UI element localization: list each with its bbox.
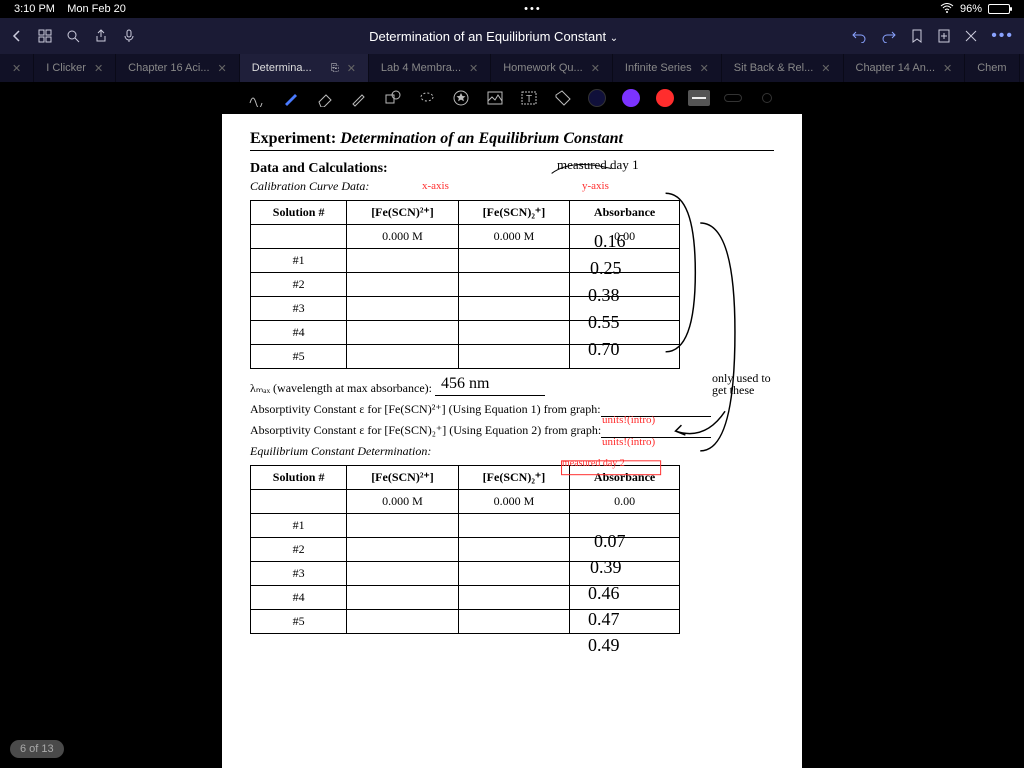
tab-1[interactable]: Chapter 16 Aci...✕: [116, 54, 240, 82]
abs-const-2: Absorptivity Constant ε for [Fe(SCN)₂⁺] …: [250, 423, 774, 438]
status-bar: 3:10 PM Mon Feb 20 ••• 96%: [0, 0, 1024, 18]
tab-7[interactable]: Chapter 14 An...✕: [844, 54, 966, 82]
tab-3[interactable]: Lab 4 Membra...✕: [369, 54, 491, 82]
abs-const-1: Absorptivity Constant ε for [Fe(SCN)²⁺] …: [250, 402, 774, 417]
more-icon[interactable]: •••: [991, 27, 1014, 45]
status-date: Mon Feb 20: [67, 3, 126, 15]
close-icon[interactable]: ✕: [347, 62, 356, 75]
close-icon[interactable]: ✕: [469, 62, 478, 75]
chevron-down-icon: ⌄: [610, 33, 618, 44]
close-icon[interactable]: ✕: [943, 62, 952, 75]
search-icon[interactable]: [66, 29, 80, 43]
hand-eq-1: 0.07: [594, 532, 626, 550]
close-icon[interactable]: ✕: [821, 62, 830, 75]
back-icon[interactable]: [10, 29, 24, 43]
hand-eq-3: 0.46: [588, 584, 620, 602]
battery-percent: 96%: [960, 3, 982, 15]
tab-8[interactable]: Chem: [965, 54, 1019, 82]
tab-2[interactable]: Determina... ⎘✕: [240, 54, 369, 82]
color-purple[interactable]: [620, 87, 642, 109]
pdf-page[interactable]: Experiment: Determination of an Equilibr…: [222, 114, 802, 768]
hand-abs-3: 0.38: [588, 286, 620, 304]
stroke-thick[interactable]: [688, 87, 710, 109]
tab-4[interactable]: Homework Qu...✕: [491, 54, 613, 82]
svg-text:T: T: [526, 94, 532, 105]
ann-units-2: units!(intro): [602, 436, 655, 448]
lambda-line: λₘₐₓ (wavelength at max absorbance): 456…: [250, 381, 774, 396]
ann-only-used: only used to get these: [712, 372, 772, 396]
pen-tool-icon[interactable]: [280, 87, 302, 109]
hand-eq-5: 0.49: [588, 636, 620, 654]
hand-abs-4: 0.55: [588, 313, 620, 331]
close-icon[interactable]: ✕: [94, 62, 103, 75]
hand-abs-2: 0.25: [590, 259, 622, 277]
ann-measured-day2: measured day 2: [562, 458, 625, 469]
hand-abs-1: 0.16: [594, 232, 626, 250]
image-tool-icon[interactable]: [484, 87, 506, 109]
stroke-thin[interactable]: [756, 87, 778, 109]
annotation-toolbar: T: [0, 82, 1024, 114]
close-icon[interactable]: ✕: [700, 62, 709, 75]
wifi-icon: [940, 3, 954, 16]
mic-icon[interactable]: [122, 29, 136, 43]
tag-tool-icon[interactable]: [552, 87, 574, 109]
undo-icon[interactable]: [851, 29, 867, 43]
ann-yaxis: y-axis: [582, 180, 609, 192]
section-heading: Data and Calculations:: [250, 161, 774, 177]
hand-eq-2: 0.39: [590, 558, 622, 576]
calibration-subhead: Calibration Curve Data:: [250, 179, 774, 194]
redo-icon[interactable]: [881, 29, 897, 43]
experiment-heading: Experiment: Determination of an Equilibr…: [250, 130, 774, 151]
app-top-bar: Determination of an Equilibrium Constant…: [0, 18, 1024, 54]
multitask-dots-icon[interactable]: •••: [524, 3, 542, 15]
close-icon[interactable]: [965, 30, 977, 42]
eraser-tool-icon[interactable]: [314, 87, 336, 109]
bookmark-icon[interactable]: [911, 29, 923, 43]
ann-units-1: units!(intro): [602, 414, 655, 426]
ann-measured-day1: measured day 1: [557, 158, 639, 171]
close-icon[interactable]: ✕: [591, 62, 600, 75]
color-navy[interactable]: [586, 87, 608, 109]
tab-6[interactable]: Sit Back & Rel...✕: [722, 54, 844, 82]
shape-tool-icon[interactable]: [382, 87, 404, 109]
tab-0[interactable]: I Clicker✕: [34, 54, 116, 82]
close-all-tab[interactable]: ✕: [0, 54, 34, 82]
lock-icon: ⎘: [331, 63, 339, 74]
add-page-icon[interactable]: [937, 29, 951, 43]
ann-xaxis: x-axis: [422, 180, 449, 192]
lasso-tool-icon[interactable]: [416, 87, 438, 109]
equilibrium-subhead: Equilibrium Constant Determination:: [250, 444, 774, 459]
share-icon[interactable]: [94, 29, 108, 43]
highlighter-tool-icon[interactable]: [348, 87, 370, 109]
close-icon[interactable]: ✕: [218, 62, 227, 75]
stroke-medium[interactable]: [722, 87, 744, 109]
favorites-tool-icon[interactable]: [450, 87, 472, 109]
text-tool-icon[interactable]: T: [518, 87, 540, 109]
tab-5[interactable]: Infinite Series✕: [613, 54, 722, 82]
tab-strip: ✕ I Clicker✕ Chapter 16 Aci...✕ Determin…: [0, 54, 1024, 82]
grid-icon[interactable]: [38, 29, 52, 43]
battery-icon: [988, 4, 1010, 14]
color-red[interactable]: [654, 87, 676, 109]
hand-abs-5: 0.70: [588, 340, 620, 358]
document-canvas[interactable]: Experiment: Determination of an Equilibr…: [0, 114, 1024, 768]
scribble-tool-icon[interactable]: [246, 87, 268, 109]
status-time: 3:10 PM: [14, 3, 55, 15]
document-title[interactable]: Determination of an Equilibrium Constant…: [150, 29, 837, 44]
hand-eq-4: 0.47: [588, 610, 620, 628]
page-indicator: 6 of 13: [10, 740, 64, 758]
